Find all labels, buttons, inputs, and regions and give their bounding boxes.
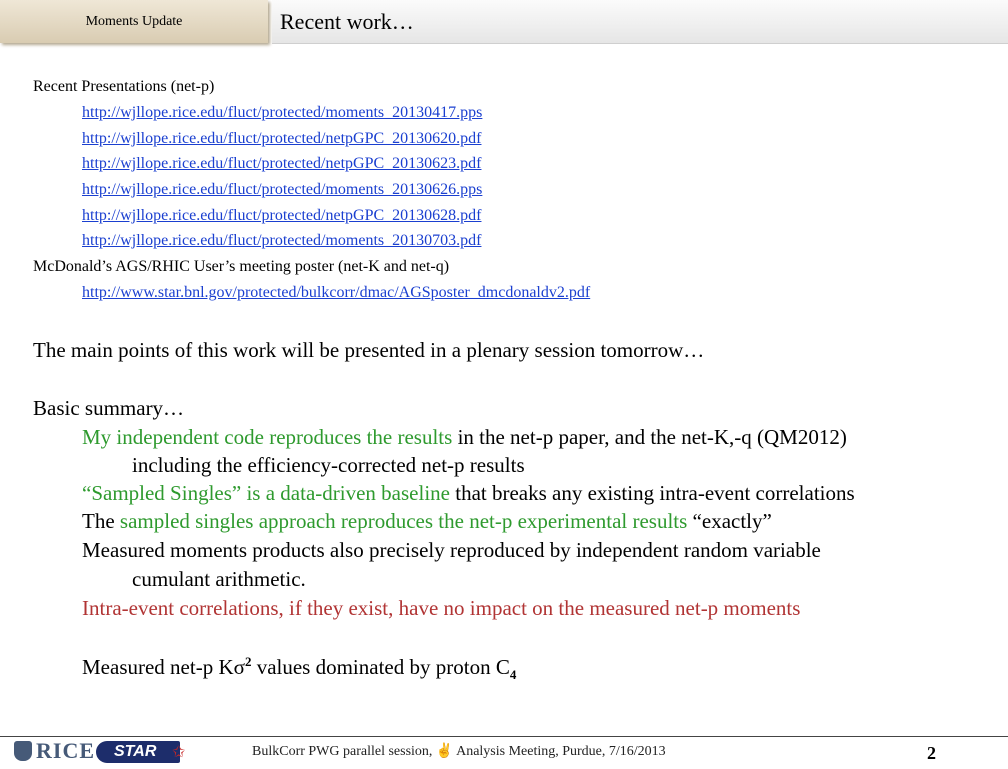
summary-text: The [82,509,120,533]
summary-point-5: Intra-event correlations, if they exist,… [82,596,801,620]
summary-text: “exactly” [687,509,772,533]
highlight-green: sampled singles approach reproduces the … [119,509,688,533]
summary-text: that breaks any existing intra-event cor… [449,481,855,505]
highlight-green: “Sampled Singles” is a data-driven basel… [82,481,450,505]
star-icon: ✩ [172,744,186,761]
highlight-green: My independent code reproduces the resul… [82,425,453,449]
star-logo: STAR [96,741,180,763]
presentation-link[interactable]: http://wjllope.rice.edu/fluct/protected/… [82,155,481,173]
subscript: 4 [509,667,517,683]
summary-point-2: “Sampled Singles” is a data-driven basel… [82,481,855,506]
summary-point-3: The sampled singles approach reproduces … [82,509,772,534]
summary-point-1-cont: including the efficiency-corrected net-p… [132,453,525,477]
presentation-link[interactable]: http://wjllope.rice.edu/fluct/protected/… [82,104,482,122]
presentation-link[interactable]: http://wjllope.rice.edu/fluct/protected/… [82,130,481,148]
slide-title: Recent work… [280,9,414,34]
poster-link[interactable]: http://www.star.bnl.gov/protected/bulkco… [82,284,590,302]
summary-point-4: Measured moments products also precisely… [82,538,821,562]
summary-point-1: My independent code reproduces the resul… [82,425,847,450]
summary-point-6: Measured net-p Kσ2 values dominated by p… [82,654,516,683]
poster-heading: McDonald’s AGS/RHIC User’s meeting poste… [33,258,450,275]
star-logo-text: STAR [114,743,157,760]
summary-text: Measured net-p K [82,655,234,679]
presentation-link[interactable]: http://wjllope.rice.edu/fluct/protected/… [82,181,482,199]
presentation-link[interactable]: http://wjllope.rice.edu/fluct/protected/… [82,232,481,250]
presentation-link[interactable]: http://wjllope.rice.edu/fluct/protected/… [82,207,481,225]
section-tab-label: Moments Update [85,14,183,29]
main-points-text: The main points of this work will be pre… [33,338,705,362]
section-tab: Moments Update [0,0,268,43]
rice-shield-icon [14,741,32,761]
summary-heading: Basic summary… [33,396,185,420]
rice-logo-text: RICE [36,738,96,763]
summary-point-4-cont: cumulant arithmetic. [132,567,306,591]
footer-text: BulkCorr PWG parallel session, ✌ Analysi… [252,744,666,759]
sigma-symbol: σ [233,655,245,679]
rice-logo: RICE [14,738,95,764]
title-bar: Recent work… [272,0,1008,44]
summary-text: in the net-p paper, and the net-K,-q (QM… [452,425,847,449]
page-number: 2 [927,743,936,763]
summary-text: values dominated by proton C [251,655,510,679]
presentations-heading: Recent Presentations (net-p) [33,78,215,95]
